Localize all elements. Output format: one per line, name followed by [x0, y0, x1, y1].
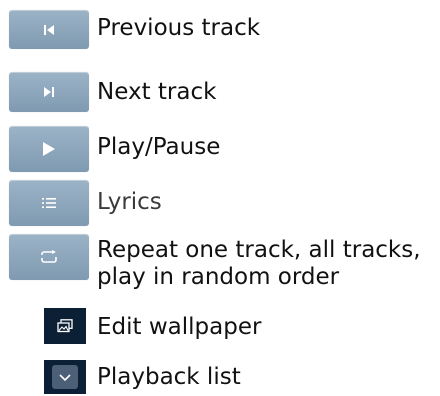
legend-row-previous: Previous track [0, 0, 440, 56]
edit-wallpaper-label: Edit wallpaper [97, 314, 262, 340]
previous-track-button[interactable] [9, 10, 89, 49]
lyrics-button[interactable] [9, 180, 89, 226]
repeat-button[interactable] [9, 234, 89, 280]
chevron-down-icon [59, 374, 71, 382]
legend-row-next: Next track [0, 64, 440, 120]
previous-track-label: Previous track [97, 15, 261, 41]
lyrics-icon [42, 198, 56, 208]
next-track-icon [44, 87, 54, 97]
next-track-label: Next track [97, 79, 217, 105]
legend-row-repeat: Repeat one track, all tracks, play in ra… [0, 234, 440, 294]
legend-row-lyrics: Lyrics [0, 178, 440, 234]
wallpaper-icon [57, 319, 73, 333]
repeat-label-line-1: Repeat one track, all tracks, [97, 237, 421, 263]
playback-list-label: Playback list [97, 364, 241, 390]
next-track-button[interactable] [9, 72, 89, 112]
repeat-label-line-2: play in random order [97, 264, 340, 290]
play-pause-label: Play/Pause [97, 134, 221, 160]
repeat-icon [41, 250, 57, 263]
play-icon [43, 142, 55, 156]
edit-wallpaper-button[interactable] [44, 308, 86, 344]
playback-list-inner [52, 365, 78, 389]
legend-row-playback: Playback list [0, 354, 440, 396]
previous-track-icon [44, 24, 54, 35]
lyrics-label: Lyrics [97, 189, 162, 215]
playback-list-button[interactable] [44, 360, 86, 394]
legend-row-wallpaper: Edit wallpaper [0, 300, 440, 350]
play-pause-button[interactable] [9, 126, 89, 172]
repeat-label: Repeat one track, all tracks, play in ra… [97, 237, 421, 291]
legend-row-play: Play/Pause [0, 122, 440, 178]
